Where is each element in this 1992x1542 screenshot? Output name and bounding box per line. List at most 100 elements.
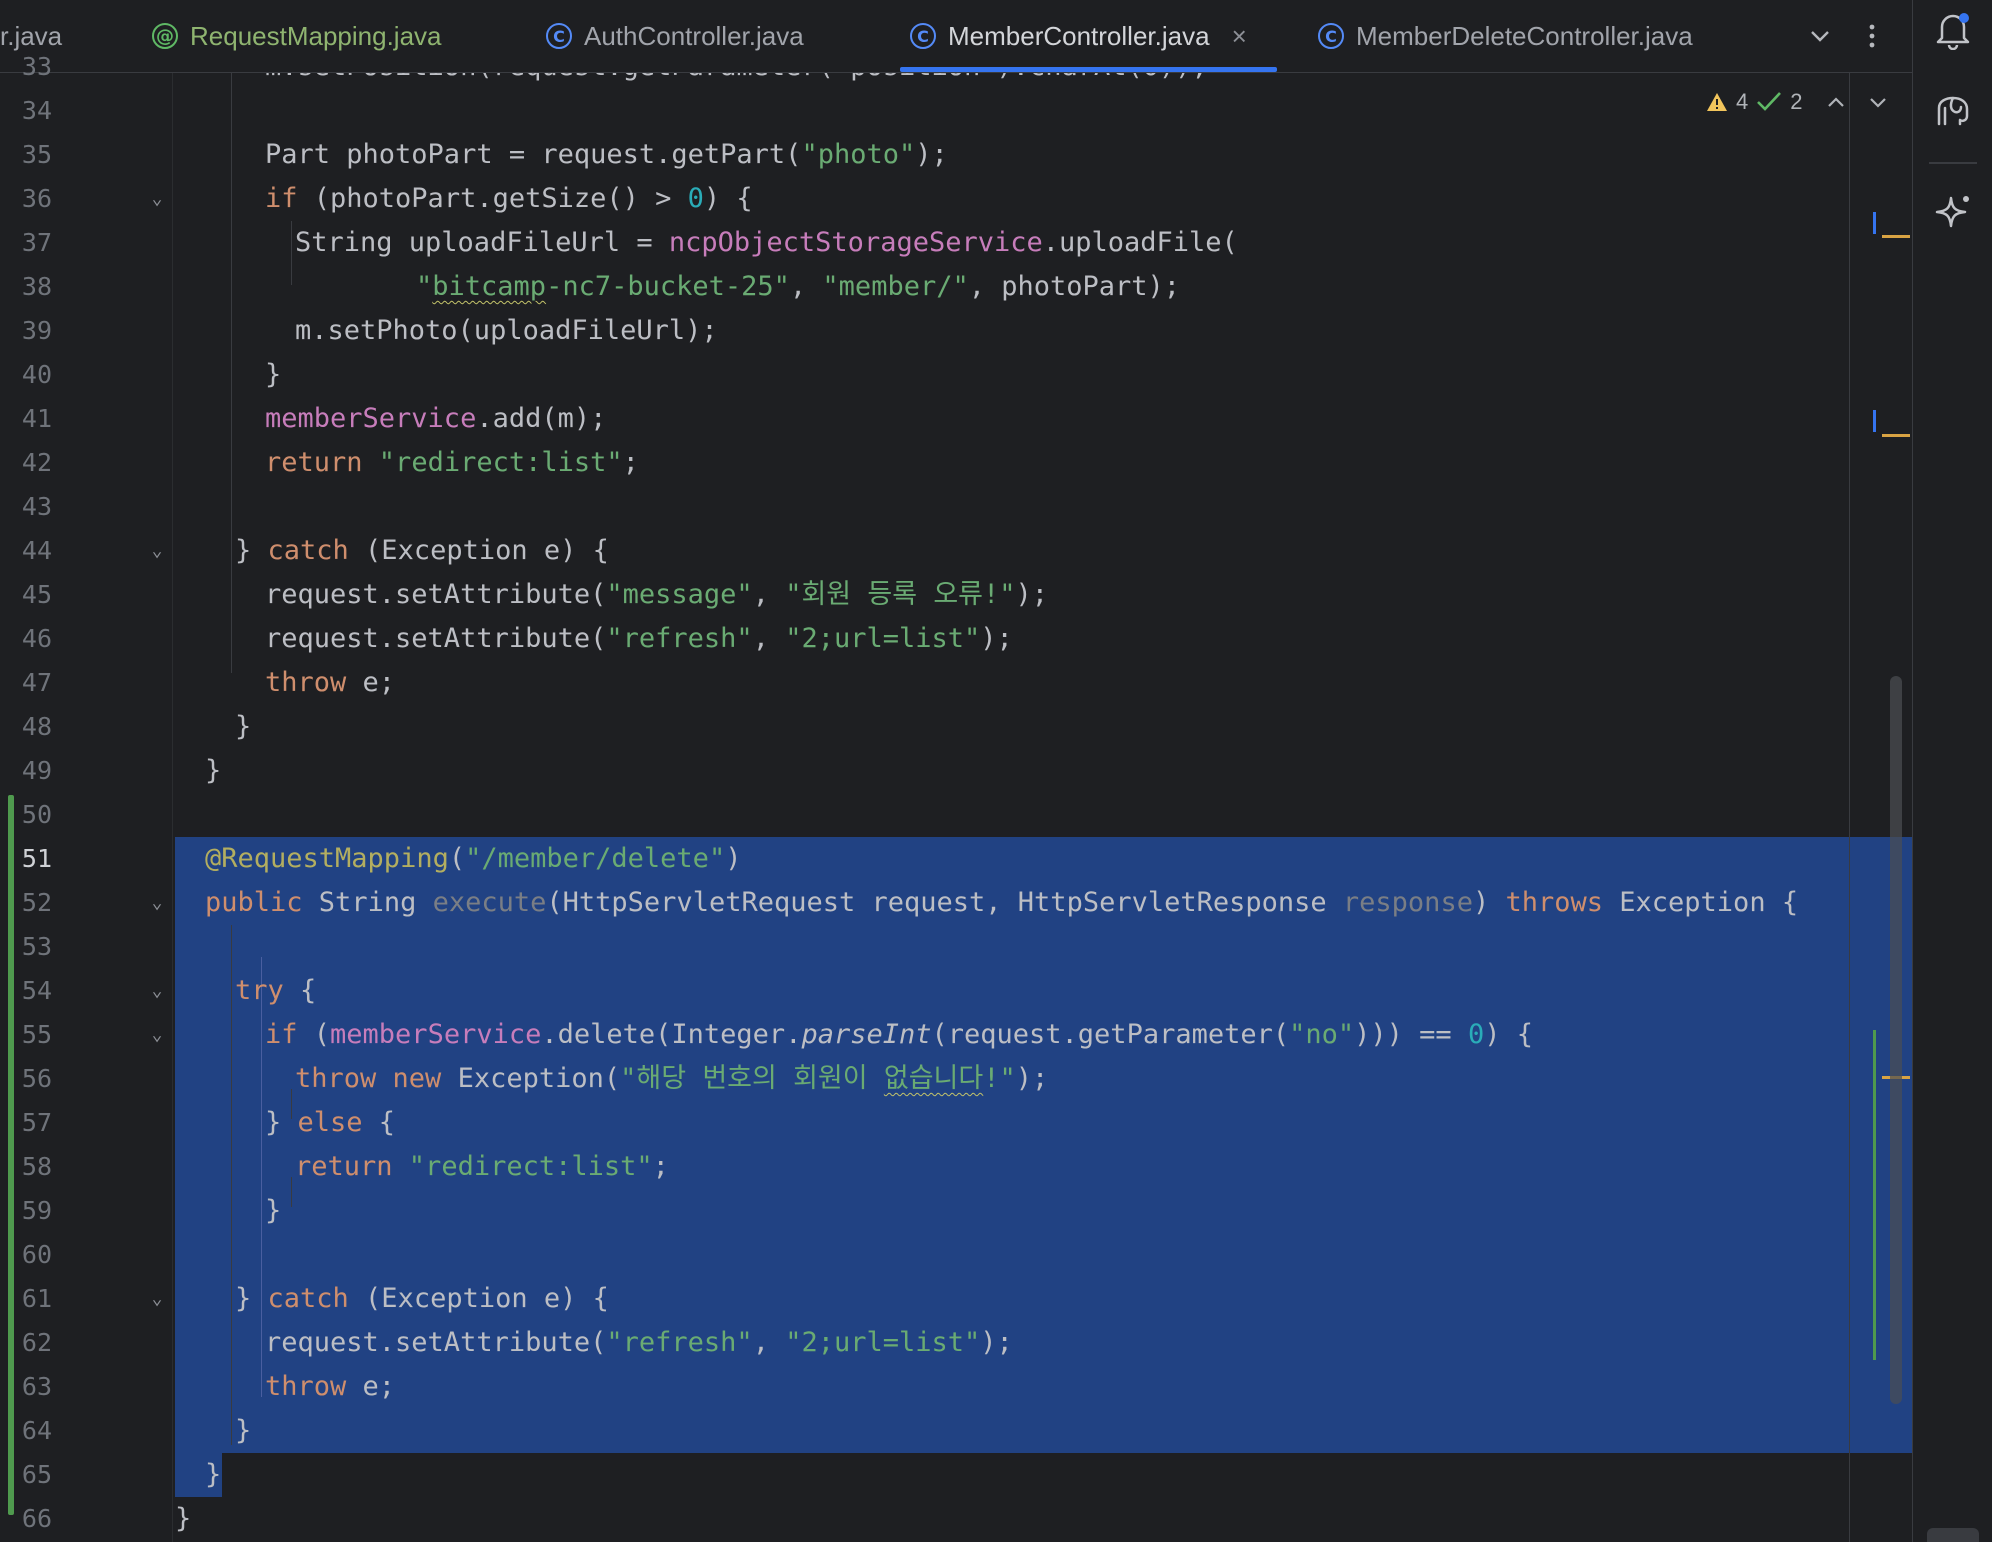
code-editor[interactable]: m.setPosition(request.getParameter("posi… (173, 73, 1912, 1542)
line-number: 52 (21, 888, 52, 917)
code-text: request.setAttribute( (265, 623, 607, 654)
line-number-current: 51 (21, 844, 52, 873)
change-marker[interactable] (1873, 410, 1876, 432)
warning-marker[interactable] (1882, 235, 1910, 238)
code-text: request.setAttribute( (265, 1327, 607, 1358)
code-line-61: } catch (Exception e) { (235, 1277, 609, 1321)
typo-count: 2 (1790, 89, 1803, 114)
line-number: 45 (21, 580, 52, 609)
code-text: .add(m); (476, 403, 607, 434)
keyword: return (295, 1151, 393, 1182)
unused-parameter: response (1342, 887, 1473, 918)
string-literal: "member/" (822, 271, 969, 302)
code-text: } (175, 1503, 192, 1534)
line-number: 41 (21, 404, 52, 433)
code-line-52: public String execute(HttpServletRequest… (205, 881, 1798, 925)
code-text: { (362, 1107, 396, 1138)
code-line-55: if (memberService.delete(Integer.parseIn… (265, 1013, 1533, 1057)
change-marker[interactable] (1873, 212, 1876, 234)
tab-label: MemberController.java (948, 20, 1210, 51)
chevron-down-icon[interactable] (1802, 18, 1838, 54)
line-number: 65 (21, 1460, 52, 1489)
code-text: Part photoPart = request.getPart( (265, 139, 802, 170)
line-number: 37 (21, 228, 52, 257)
editor-tab-bar: r.java @ RequestMapping.java C AuthContr… (0, 0, 1912, 73)
static-method-call: parseInt (801, 1019, 932, 1050)
added-lines-stripe[interactable] (1873, 1030, 1876, 1360)
line-number: 63 (21, 1372, 52, 1401)
close-tab-icon[interactable]: × (1232, 21, 1247, 52)
line-number: 54 (21, 976, 52, 1005)
code-line-64: } (235, 1409, 251, 1453)
code-line-66: } (175, 1497, 191, 1541)
previous-highlight-icon[interactable] (1825, 91, 1847, 113)
fold-chevron-icon[interactable]: ⌄ (146, 1024, 168, 1046)
keyword: catch (267, 535, 349, 566)
string-literal: -nc7-bucket-25" (546, 271, 790, 302)
class-icon: C (910, 23, 936, 49)
number-literal: 0 (1467, 1019, 1485, 1050)
line-number: 40 (21, 360, 52, 389)
line-number: 34 (21, 96, 52, 125)
line-number-gutter: 33 34 35 36 37 38 39 40 41 42 43 44 45 4… (0, 52, 210, 1542)
fold-chevron-icon[interactable]: ⌄ (146, 188, 168, 210)
fold-chevron-icon[interactable]: ⌄ (146, 980, 168, 1002)
code-line-45: request.setAttribute("message", "회원 등록 오… (265, 573, 1048, 617)
code-text: } (205, 1459, 222, 1490)
database-elephant-icon[interactable] (1931, 90, 1975, 134)
ai-assistant-sparkle-icon[interactable] (1931, 190, 1975, 234)
code-line-37: String uploadFileUrl = ncpObjectStorageS… (295, 221, 1238, 265)
code-text: ))) == (1354, 1019, 1468, 1050)
tab-label: RequestMapping.java (190, 20, 442, 51)
code-text: Exception { (1603, 887, 1799, 918)
indent-guide (261, 957, 262, 1397)
string-literal: "photo" (801, 139, 916, 170)
fold-chevron-icon[interactable]: ⌄ (146, 540, 168, 562)
keyword: try (235, 975, 284, 1006)
line-number: 62 (21, 1328, 52, 1357)
code-text: ) { (1484, 1019, 1533, 1050)
more-vertical-icon[interactable] (1854, 18, 1890, 54)
code-text: (Exception e) { (348, 1283, 609, 1314)
tab-membercontroller[interactable]: C MemberController.java × (900, 0, 1277, 72)
keyword: catch (267, 1283, 349, 1314)
right-tool-strip (1912, 0, 1992, 1542)
tool-divider (1929, 162, 1977, 164)
code-text: } (235, 535, 268, 566)
code-text: m.setPhoto(uploadFileUrl); (295, 315, 718, 346)
notifications-bell-icon[interactable] (1931, 8, 1975, 52)
keyword: return (265, 447, 363, 478)
tab-authcontroller[interactable]: C AuthController.java (546, 0, 804, 72)
next-highlight-icon[interactable] (1867, 91, 1889, 113)
line-number: 36 (21, 184, 52, 213)
line-number: 59 (21, 1196, 52, 1225)
code-line-51: @RequestMapping("/member/delete") (205, 837, 741, 881)
unused-method-name: execute (432, 887, 547, 918)
tab-memberdeletecontroller[interactable]: C MemberDeleteController.java (1318, 0, 1693, 72)
string-literal: " (416, 271, 433, 302)
field-ref: memberService (265, 403, 477, 434)
code-line-46: request.setAttribute("refresh", "2;url=l… (265, 617, 1013, 661)
keyword: throw (265, 1371, 347, 1402)
code-text: String (302, 887, 433, 918)
code-text: m.setPosition(request.getParameter("posi… (265, 73, 1208, 82)
line-number: 49 (21, 756, 52, 785)
scroll-handle[interactable] (1927, 1528, 1979, 1542)
code-line-65: } (205, 1453, 221, 1497)
vertical-scrollbar-thumb[interactable] (1890, 676, 1902, 1404)
code-line-48: } (235, 705, 251, 749)
right-margin-guide (1849, 73, 1850, 1542)
code-line-56: throw new Exception("해당 번호의 회원이 없습니다!"); (295, 1057, 1048, 1101)
tab-requestmapping[interactable]: @ RequestMapping.java (152, 0, 442, 72)
warning-marker[interactable] (1882, 434, 1910, 437)
fold-chevron-icon[interactable]: ⌄ (146, 1288, 168, 1310)
indent-guide (231, 925, 232, 1445)
string-literal: "refresh" (606, 623, 753, 654)
fold-chevron-icon[interactable]: ⌄ (146, 892, 168, 914)
tab-label: MemberDeleteController.java (1356, 20, 1693, 51)
code-text: (HttpServletRequest request, HttpServlet… (546, 887, 1343, 918)
code-line-39: m.setPhoto(uploadFileUrl); (295, 309, 718, 353)
code-line-49: } (205, 749, 221, 793)
inspection-widget[interactable]: 4 2 (1706, 84, 1889, 120)
line-number: 58 (21, 1152, 52, 1181)
